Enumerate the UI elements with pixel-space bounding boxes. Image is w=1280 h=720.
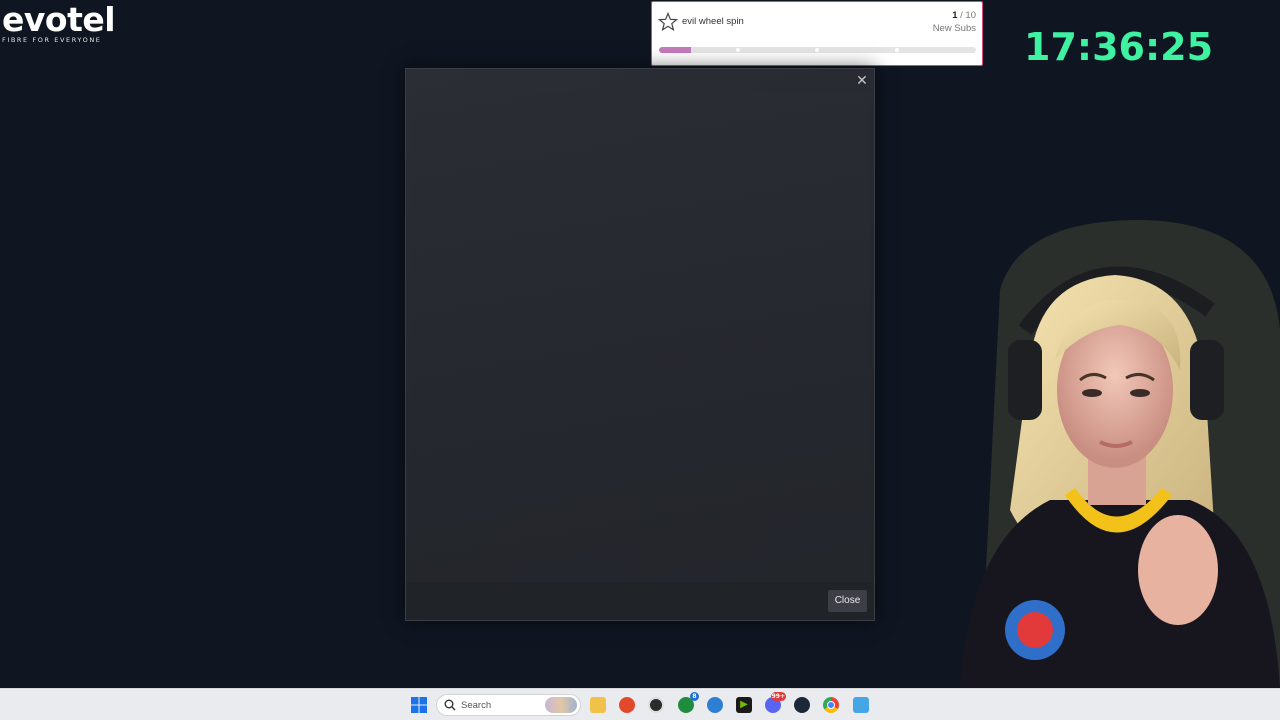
- obs-studio-icon[interactable]: [648, 697, 664, 713]
- evotel-logo: evotel FIBRE FOR EVERYONE: [2, 2, 128, 46]
- goal-count: 1 / 10: [952, 10, 976, 21]
- modal-footer: Close: [406, 582, 874, 620]
- goal-unit: New Subs: [932, 23, 976, 34]
- goal-progress-bar: [659, 47, 976, 53]
- discord-badge: 99+: [770, 692, 786, 701]
- notepad-icon[interactable]: [853, 697, 869, 713]
- search-placeholder: Search: [461, 700, 492, 711]
- xbox-icon[interactable]: 8: [678, 692, 699, 713]
- steam-icon[interactable]: [794, 697, 810, 713]
- discord-icon[interactable]: 99+: [765, 692, 786, 713]
- taskbar-search-box[interactable]: Search: [436, 694, 581, 716]
- brave-browser-icon[interactable]: [619, 697, 635, 713]
- nvidia-icon[interactable]: ▶: [736, 697, 752, 713]
- star-icon: [658, 12, 678, 32]
- file-explorer-icon[interactable]: [590, 697, 606, 713]
- goal-progress-fill: [659, 47, 691, 53]
- search-highlight-image: [545, 697, 577, 713]
- sub-goal-widget: evil wheel spin 1 / 10 New Subs: [651, 1, 983, 66]
- webcam-feed: [960, 220, 1280, 688]
- chrome-icon[interactable]: [823, 697, 839, 713]
- windows-start-icon[interactable]: [411, 697, 427, 713]
- goal-milestone-dot: [736, 48, 740, 52]
- phone-link-icon[interactable]: [707, 697, 723, 713]
- goal-target: 10: [965, 10, 976, 21]
- goal-milestone-dot: [895, 48, 899, 52]
- goal-title: evil wheel spin: [682, 16, 744, 27]
- close-button[interactable]: Close: [828, 590, 867, 612]
- windows-taskbar: Search 8 ▶ 99+: [0, 688, 1280, 720]
- modal-content-area: [410, 91, 870, 582]
- modal-dialog: ✕ Close: [405, 68, 875, 621]
- close-icon[interactable]: ✕: [854, 72, 870, 88]
- xbox-badge: 8: [690, 692, 699, 701]
- search-icon: [444, 699, 456, 711]
- stream-clock: 17:36:25: [1024, 25, 1214, 69]
- goal-milestone-dot: [815, 48, 819, 52]
- logo-wordmark: evotel: [2, 0, 116, 39]
